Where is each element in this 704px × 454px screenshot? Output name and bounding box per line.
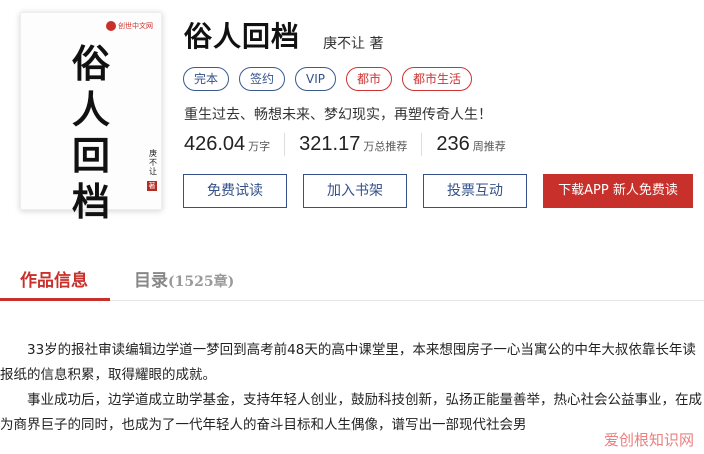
tag-category[interactable]: 都市 [346,67,393,91]
chapter-count: (1525章) [168,274,235,290]
stat-unit: 周推荐 [472,140,506,153]
book-detail-page: 创世中文网 俗人回档 庚不让 著 俗人回档 庚不让 著 完本 签约 VIP 都市… [0,0,704,454]
tag-subcategory[interactable]: 都市生活 [402,67,473,91]
download-app-button[interactable]: 下载APP 新人免费读 [543,174,693,208]
detail-tabs: 作品信息 目录(1525章) [0,256,704,301]
stat-value: 321.17 [299,133,361,155]
book-intro: 重生过去、畅想未来、梦幻现实，再塑传奇人生！ [184,107,492,123]
book-title: 俗人回档 [184,20,301,53]
action-bar: 免费试读 加入书架 投票互动 下载APP 新人免费读 [183,174,693,208]
cover-seal: 著 [147,181,157,191]
free-read-button[interactable]: 免费试读 [183,174,287,208]
site-watermark: 爱创根知识网 [603,429,694,450]
stat-total-recommend: 321.17 万总推荐 [299,133,423,156]
tab-label: 目录 [134,271,168,291]
book-cover[interactable]: 创世中文网 俗人回档 庚不让 著 [20,12,162,224]
publisher-logo-icon [106,21,116,31]
description-paragraph: 事业成功后，边学道成立助学基金，支持年轻人创业，鼓励科技创新，弘扬正能量善举，热… [0,392,702,433]
cover-publisher-logo: 创世中文网 [106,20,153,32]
vote-button[interactable]: 投票互动 [423,174,527,208]
stat-value: 426.04 [184,133,246,155]
description-paragraph: 33岁的报社审读编辑边学道一梦回到高考前48天的高中课堂里，本来想囤房子一心当寓… [0,342,696,383]
cover-author: 庚不让 [149,149,157,176]
tag-vip: VIP [295,67,337,91]
book-description: 33岁的报社审读编辑边学道一梦回到高考前48天的高中课堂里，本来想囤房子一心当寓… [0,338,704,438]
stat-unit: 万字 [248,140,271,153]
tab-book-info[interactable]: 作品信息 [20,266,88,291]
cover-title: 俗人回档 [71,41,110,224]
tab-label: 作品信息 [20,271,88,291]
book-stats: 426.04 万字 321.17 万总推荐 236 周推荐 [184,133,534,156]
tab-catalog[interactable]: 目录(1525章) [134,266,234,291]
add-to-shelf-button[interactable]: 加入书架 [303,174,407,208]
book-tags: 完本 签约 VIP 都市 都市生活 [183,67,473,91]
stat-value: 236 [436,133,470,155]
stat-word-count: 426.04 万字 [184,133,286,156]
stat-weekly-recommend: 236 周推荐 [436,133,519,156]
book-author[interactable]: 庚不让 著 [323,33,383,53]
active-tab-indicator [0,298,110,301]
tag-signed: 签约 [239,67,286,91]
stat-unit: 万总推荐 [363,140,408,153]
tag-status: 完本 [183,67,230,91]
publisher-logo-text: 创世中文网 [118,22,153,30]
